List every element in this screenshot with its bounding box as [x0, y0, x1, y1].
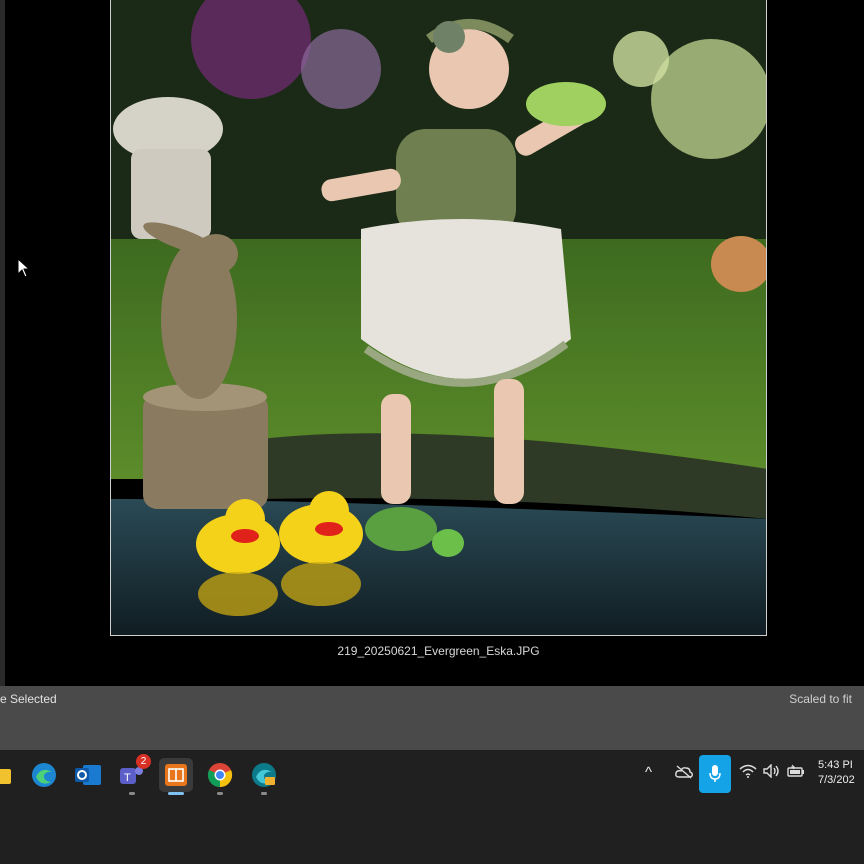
- zoom-status[interactable]: Scaled to fit: [789, 692, 852, 706]
- clock-date: 7/3/202: [818, 774, 855, 786]
- image-filename: 219_20250621_Evergreen_Eska.JPG: [337, 644, 540, 658]
- outlook-icon[interactable]: [71, 758, 105, 792]
- volume-icon[interactable]: [763, 763, 781, 781]
- onedrive-offline-icon[interactable]: [675, 765, 693, 782]
- teams-icon[interactable]: T 2: [115, 754, 151, 795]
- edge-icon[interactable]: [27, 758, 61, 792]
- photo-preview[interactable]: [110, 0, 767, 636]
- svg-text:T: T: [124, 772, 131, 784]
- clock-time: 5:43 PI: [818, 759, 853, 771]
- taskbar: T 2 ^ 5:43 PI 7/3/202: [0, 750, 864, 864]
- microphone-icon[interactable]: [699, 755, 731, 793]
- chrome-icon[interactable]: [203, 758, 237, 795]
- image-viewer: 219_20250621_Evergreen_Eska.JPG: [0, 0, 864, 686]
- photo-app-icon[interactable]: [159, 758, 193, 795]
- battery-icon[interactable]: [787, 764, 805, 781]
- edge-dev-icon[interactable]: [247, 758, 281, 795]
- selection-status: e Selected: [0, 692, 57, 706]
- show-hidden-icons-chevron[interactable]: ^: [645, 764, 652, 781]
- photo-image: [111, 0, 766, 635]
- mouse-cursor-icon: [17, 258, 31, 278]
- wifi-icon[interactable]: [739, 764, 757, 781]
- status-bar: e Selected Scaled to fit: [0, 686, 864, 750]
- taskbar-clock[interactable]: 5:43 PI 7/3/202: [818, 758, 855, 788]
- file-explorer-icon[interactable]: [0, 758, 14, 792]
- teams-badge: 2: [136, 754, 151, 769]
